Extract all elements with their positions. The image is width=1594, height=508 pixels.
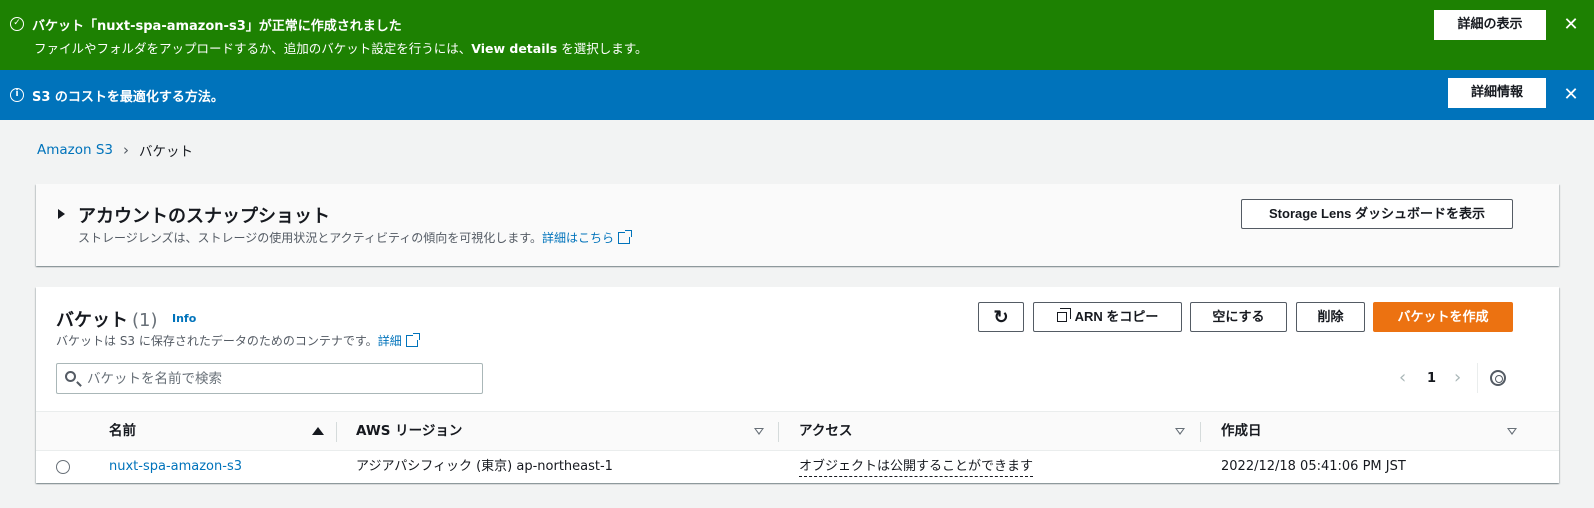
external-link-icon	[618, 230, 633, 244]
flash-success-body-link: View details	[471, 41, 558, 56]
bucket-search	[56, 363, 483, 394]
pagination-prev-icon[interactable]: ‹	[1399, 369, 1406, 387]
bucket-access[interactable]: オブジェクトは公開することができます	[799, 451, 1034, 483]
empty-bucket-button[interactable]: 空にする	[1190, 302, 1287, 332]
chevron-right-icon: ›	[123, 141, 130, 159]
table-row: nuxt-spa-amazon-s3 アジアパシフィック (東京) ap-nor…	[36, 451, 1559, 483]
flash-success-banner: ✓ バケット「nuxt-spa-amazon-s3」が正常に作成されました ファ…	[0, 0, 1594, 70]
column-header-created[interactable]: 作成日	[1221, 412, 1262, 450]
bucket-name-link[interactable]: nuxt-spa-amazon-s3	[109, 451, 242, 483]
bucket-access-text: オブジェクトは公開することができます	[799, 459, 1034, 477]
column-divider[interactable]	[778, 422, 779, 442]
column-header-region[interactable]: AWS リージョン	[356, 412, 462, 450]
copy-arn-button[interactable]: ARN をコピー	[1033, 302, 1182, 332]
gear-icon[interactable]	[1490, 370, 1506, 386]
buckets-description-text: バケットは S3 に保存されたデータのためのコンテナです。	[56, 334, 378, 348]
breadcrumb: Amazon S3 › バケット	[37, 140, 193, 160]
create-bucket-button[interactable]: バケットを作成	[1373, 302, 1513, 332]
flash-info-title: S3 のコストを最適化する方法。	[32, 90, 224, 105]
flash-info-banner: i S3 のコストを最適化する方法。 詳細情報 ✕	[0, 70, 1594, 120]
buckets-count: (1)	[132, 310, 158, 331]
snapshot-learn-more-link[interactable]: 詳細はこちら	[542, 231, 614, 245]
pagination-page-1[interactable]: 1	[1427, 371, 1436, 386]
search-icon	[65, 371, 76, 382]
column-header-name[interactable]: 名前	[109, 412, 136, 450]
close-icon[interactable]: ✕	[1560, 84, 1582, 106]
copy-icon	[1056, 308, 1071, 322]
caret-right-icon[interactable]	[58, 209, 65, 219]
info-circle-icon: i	[10, 88, 24, 102]
external-link-icon	[405, 333, 420, 347]
column-header-access[interactable]: アクセス	[799, 412, 852, 450]
snapshot-description: ストレージレンズは、ストレージの使用状況とアクティビティの傾向を可視化します。詳…	[78, 229, 633, 246]
sort-icon[interactable]	[1507, 428, 1517, 435]
flash-success-body-suffix: を選択します。	[557, 41, 648, 56]
buckets-title-text: バケット	[56, 310, 128, 331]
buckets-title: バケット (1)	[56, 306, 158, 332]
column-divider[interactable]	[336, 422, 337, 442]
info-link[interactable]: Info	[172, 312, 196, 325]
pagination-divider	[1477, 363, 1478, 393]
sort-icon[interactable]	[754, 428, 764, 435]
sort-ascending-icon[interactable]	[312, 427, 324, 435]
bucket-created: 2022/12/18 05:41:06 PM JST	[1221, 459, 1406, 474]
flash-success-body: ファイルやフォルダをアップロードするか、追加のバケット設定を行うには、View …	[34, 38, 647, 57]
flash-success-body-prefix: ファイルやフォルダをアップロードするか、追加のバケット設定を行うには、	[34, 41, 472, 56]
sort-icon[interactable]	[1175, 428, 1185, 435]
view-details-button[interactable]: 詳細の表示	[1434, 10, 1546, 40]
table-header: 名前 AWS リージョン アクセス 作成日	[36, 411, 1559, 451]
close-icon[interactable]: ✕	[1560, 14, 1582, 36]
breadcrumb-amazon-s3[interactable]: Amazon S3	[37, 142, 113, 158]
flash-success-title: バケット「nuxt-spa-amazon-s3」が正常に作成されました	[32, 19, 402, 34]
buckets-learn-more-link[interactable]: 詳細	[378, 334, 402, 348]
account-snapshot-panel: アカウントのスナップショット ストレージレンズは、ストレージの使用状況とアクティ…	[36, 184, 1559, 266]
snapshot-title[interactable]: アカウントのスナップショット	[78, 202, 330, 228]
copy-arn-label: ARN をコピー	[1074, 309, 1159, 324]
buckets-panel: バケット (1) Info バケットは S3 に保存されたデータのためのコンテナで…	[36, 287, 1559, 483]
snapshot-description-text: ストレージレンズは、ストレージの使用状況とアクティビティの傾向を可視化します。	[78, 231, 543, 245]
breadcrumb-current: バケット	[139, 144, 194, 160]
buckets-description: バケットは S3 に保存されたデータのためのコンテナです。詳細	[56, 332, 420, 349]
delete-bucket-button[interactable]: 削除	[1296, 302, 1365, 332]
learn-more-button[interactable]: 詳細情報	[1448, 78, 1546, 108]
refresh-button[interactable]: ↻	[978, 302, 1024, 332]
bucket-search-input[interactable]	[87, 368, 477, 390]
pagination-next-icon[interactable]: ›	[1454, 369, 1461, 387]
refresh-icon: ↻	[993, 307, 1009, 327]
bucket-region: アジアパシフィック (東京) ap-northeast-1	[356, 459, 613, 474]
storage-lens-dashboard-button[interactable]: Storage Lens ダッシュボードを表示	[1241, 199, 1513, 229]
row-select-radio[interactable]	[56, 460, 70, 474]
column-divider[interactable]	[1200, 422, 1201, 442]
check-circle-icon: ✓	[10, 17, 24, 31]
